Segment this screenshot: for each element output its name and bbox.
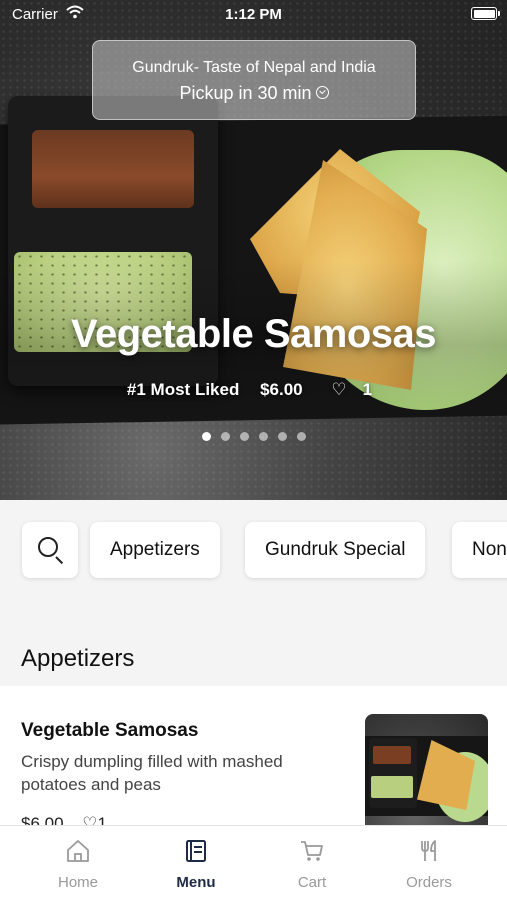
- battery-icon: [471, 7, 500, 20]
- item-thumbnail[interactable]: [365, 714, 488, 834]
- chevron-circle-icon: [315, 85, 329, 99]
- category-bar: Appetizers Gundruk Special Non: [0, 500, 507, 610]
- carousel-dot[interactable]: [296, 432, 306, 441]
- carousel-dot[interactable]: [220, 432, 230, 441]
- carousel-dot[interactable]: [239, 432, 249, 441]
- carousel-dot[interactable]: [201, 432, 211, 441]
- tab-home[interactable]: Home: [15, 826, 141, 900]
- hero-rank: #1 Most Liked: [126, 380, 240, 399]
- menu-book-icon: [186, 840, 206, 862]
- pickup-time: Pickup in 30 min: [93, 83, 415, 104]
- cart-icon: [301, 841, 323, 861]
- thumb-sauce: [371, 776, 413, 798]
- tamarind-sauce: [32, 130, 194, 208]
- carousel-dots: [0, 428, 507, 446]
- hero-price: $6.00: [260, 380, 303, 399]
- category-chip-gundruk-special[interactable]: Gundruk Special: [245, 522, 426, 578]
- hero-likes-count: 1: [362, 380, 373, 399]
- search-icon: [38, 537, 58, 557]
- item-name: Vegetable Samosas: [21, 720, 199, 741]
- search-button[interactable]: [22, 522, 78, 578]
- menu-item[interactable]: Vegetable Samosas Crispy dumpling filled…: [0, 686, 507, 846]
- category-chip-appetizers[interactable]: Appetizers: [90, 522, 220, 578]
- heart-icon: ♡: [331, 380, 347, 399]
- store-name: Gundruk- Taste of Nepal and India: [132, 59, 376, 76]
- tab-label: Menu: [176, 874, 216, 891]
- hero-meta: #1 Most Liked $6.00 ♡ 1: [0, 380, 507, 400]
- tab-label: Home: [57, 874, 98, 891]
- carousel-dot[interactable]: [277, 432, 287, 441]
- home-icon: [67, 840, 89, 862]
- tab-menu[interactable]: Menu: [133, 826, 259, 900]
- category-chip-non[interactable]: Non: [452, 522, 507, 578]
- fork-knife-icon: [421, 840, 436, 861]
- tab-label: Cart: [297, 874, 327, 891]
- thumb-sauce: [373, 746, 411, 764]
- hero-title: Vegetable Samosas: [70, 312, 437, 356]
- item-description: Crispy dumpling filled with mashed potat…: [21, 752, 283, 794]
- store-info-pill[interactable]: Gundruk- Taste of Nepal and India Pickup…: [92, 40, 416, 120]
- status-time: 1:12 PM: [225, 6, 282, 23]
- tab-orders[interactable]: Orders: [366, 826, 492, 900]
- status-bar: Carrier 1:12 PM: [0, 0, 507, 28]
- tab-bar: Home Menu Cart Orders: [0, 825, 507, 900]
- carousel-dot[interactable]: [258, 432, 268, 441]
- section-title: Appetizers: [21, 645, 135, 672]
- tab-label: Orders: [406, 874, 452, 891]
- tab-cart[interactable]: Cart: [249, 826, 375, 900]
- pickup-label: Pickup in 30 min: [179, 83, 312, 103]
- hero-likes[interactable]: ♡ 1: [323, 380, 380, 399]
